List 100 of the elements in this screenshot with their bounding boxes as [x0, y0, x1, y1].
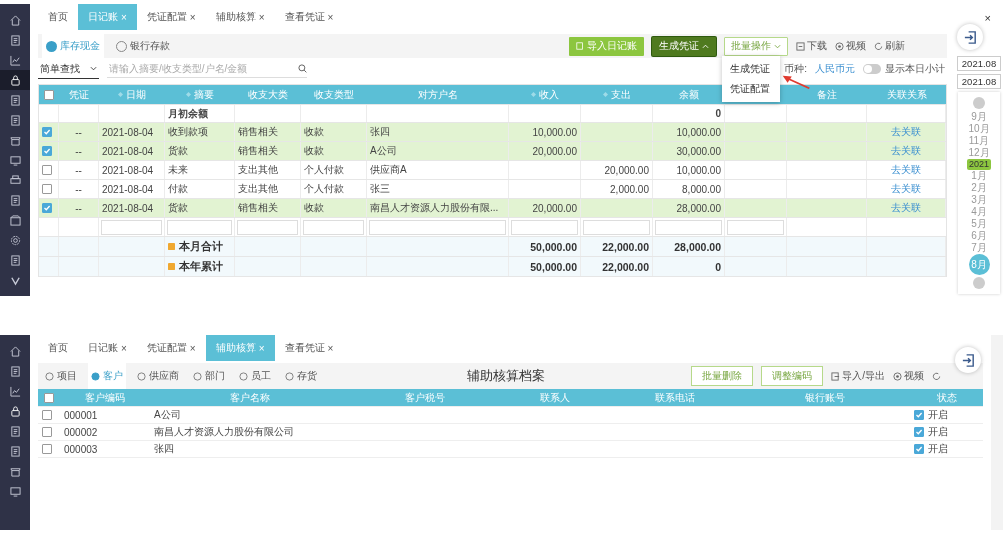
date-field[interactable]: 2021.08 — [957, 56, 1001, 71]
checkbox[interactable] — [42, 444, 52, 454]
exit-button[interactable] — [955, 347, 981, 373]
table-row[interactable]: -- 2021-08-04 未来 支出其他 个人付款 供应商A 20,000.00 10,000.00 去关联 — [39, 161, 946, 180]
table-cell: 收款 — [301, 123, 367, 141]
video-button[interactable]: 视频 — [893, 369, 924, 383]
category-tab[interactable]: 部门 — [190, 363, 228, 389]
scroll-down-button[interactable] — [973, 277, 985, 289]
table-cell: 个人付款 — [301, 161, 367, 179]
unlink-link[interactable]: 去关联 — [891, 163, 921, 177]
table-cell: 28,000.00 — [653, 199, 725, 217]
document-icon — [9, 194, 21, 206]
menu-item[interactable]: 凭证配置 — [722, 79, 780, 99]
checkbox[interactable] — [914, 444, 924, 454]
search-icon[interactable] — [298, 64, 307, 73]
category-tab[interactable]: 项目 — [42, 363, 80, 389]
checkbox[interactable] — [914, 427, 924, 437]
tab[interactable]: 首页 — [38, 335, 78, 361]
tab[interactable]: 辅助核算 × — [205, 4, 275, 30]
box-icon — [9, 214, 21, 226]
table-row[interactable]: -- 2021-08-04 收到款项 销售相关 收款 张四 10,000.00 10,000.00 去关联 — [39, 123, 946, 142]
input-field[interactable] — [237, 219, 298, 235]
close-tab-icon[interactable]: × — [258, 11, 265, 23]
close-tab-icon[interactable]: × — [189, 11, 196, 23]
checkbox[interactable] — [42, 427, 52, 437]
video-icon — [893, 371, 902, 381]
table-cell: 2021-08-04 — [99, 199, 165, 217]
table-row[interactable]: -- 2021-08-04 货款 销售相关 收款 A公司 20,000.00 30,000.00 去关联 — [39, 142, 946, 161]
checkbox[interactable] — [42, 127, 52, 137]
video-button[interactable]: 视频 — [835, 39, 866, 53]
search-mode-select[interactable]: 简单查找 — [38, 59, 99, 79]
checkbox[interactable] — [42, 410, 52, 420]
checkbox[interactable] — [914, 410, 924, 420]
generate-voucher-button[interactable]: 生成凭证 — [652, 36, 716, 56]
subtab[interactable]: 银行存款 — [112, 34, 174, 58]
tab[interactable]: 查看凭证 × — [274, 4, 344, 30]
checkbox[interactable] — [44, 89, 54, 100]
currency-link[interactable]: 人民币元 — [815, 62, 855, 76]
table-cell: -- — [59, 161, 99, 179]
input-field[interactable] — [101, 219, 162, 235]
unlink-link[interactable]: 去关联 — [891, 182, 921, 196]
checkbox[interactable] — [42, 165, 52, 175]
close-icon[interactable]: × — [984, 12, 991, 24]
circle-icon — [137, 371, 146, 381]
table-cell: 28,000.00 — [653, 237, 725, 256]
chart-icon — [9, 385, 21, 397]
category-tab[interactable]: 供应商 — [134, 363, 182, 389]
input-field[interactable] — [303, 219, 364, 235]
input-field[interactable] — [511, 219, 578, 235]
import-icon — [576, 42, 584, 50]
nav-button[interactable] — [0, 70, 30, 90]
toggle-switch[interactable] — [863, 64, 881, 74]
checkbox[interactable] — [42, 203, 52, 213]
date-field[interactable]: 2021.08 — [957, 74, 1001, 89]
close-tab-icon[interactable]: × — [327, 11, 334, 23]
checkbox[interactable] — [42, 184, 52, 194]
close-tab-icon[interactable]: × — [121, 342, 127, 354]
document-icon — [9, 114, 21, 126]
menu-item[interactable]: 生成凭证 — [722, 59, 780, 79]
circle-icon — [239, 371, 248, 381]
table-row[interactable]: -- 2021-08-04 货款 销售相关 收款 南昌人才资源人力股份有限... 20,000.00 28,000.00 去关联 — [39, 199, 946, 218]
refresh-button[interactable]: 刷新 — [874, 39, 905, 53]
scroll-up-button[interactable] — [973, 97, 985, 109]
tab[interactable]: 凭证配置 × — [136, 335, 206, 361]
table-cell: 0 — [653, 105, 725, 122]
monitor-icon — [9, 485, 21, 497]
table-cell: 2021-08-04 — [99, 161, 165, 179]
column-header: 银行账号 — [804, 390, 846, 405]
column-header: 余额 — [678, 87, 700, 102]
table-cell: 2021-08-04 — [99, 180, 165, 198]
tab[interactable]: 首页 — [38, 4, 78, 30]
table-cell: 10,000.00 — [653, 161, 725, 179]
download-icon — [796, 41, 805, 51]
exit-button[interactable] — [957, 24, 983, 50]
input-field[interactable] — [167, 219, 232, 235]
table-cell: 南昌人才资源人力股份有限... — [367, 199, 509, 217]
download-button[interactable]: 下载 — [796, 39, 827, 53]
input-field[interactable] — [727, 219, 784, 235]
input-field[interactable] — [583, 219, 650, 235]
table-cell: 0 — [653, 257, 725, 276]
table-cell: 2021-08-04 — [99, 142, 165, 160]
column-header: 状态 — [935, 390, 958, 405]
column-header: 关联关系 — [885, 87, 928, 102]
input-field[interactable] — [369, 219, 506, 235]
tab[interactable]: 凭证配置 × — [136, 4, 206, 30]
tab[interactable]: 日记账 × — [78, 335, 137, 361]
checkbox[interactable] — [42, 146, 52, 156]
search-field[interactable]: 请输入摘要/收支类型/户名/金额 — [107, 60, 307, 78]
table-cell: 2,000.00 — [581, 180, 653, 198]
table-cell: 销售相关 — [235, 123, 301, 141]
category-tab[interactable]: 员工 — [236, 363, 274, 389]
import-button[interactable]: 导入/导出 — [831, 369, 885, 383]
input-field[interactable] — [655, 219, 722, 235]
checkbox[interactable] — [44, 392, 54, 403]
close-tab-icon[interactable]: × — [327, 342, 334, 354]
tab[interactable]: 查看凭证 × — [274, 335, 344, 361]
currency-label: 币种: — [784, 62, 807, 76]
table-cell: 销售相关 — [235, 142, 301, 160]
category-tab[interactable]: 存货 — [282, 363, 320, 389]
close-tab-icon[interactable]: × — [189, 342, 196, 354]
